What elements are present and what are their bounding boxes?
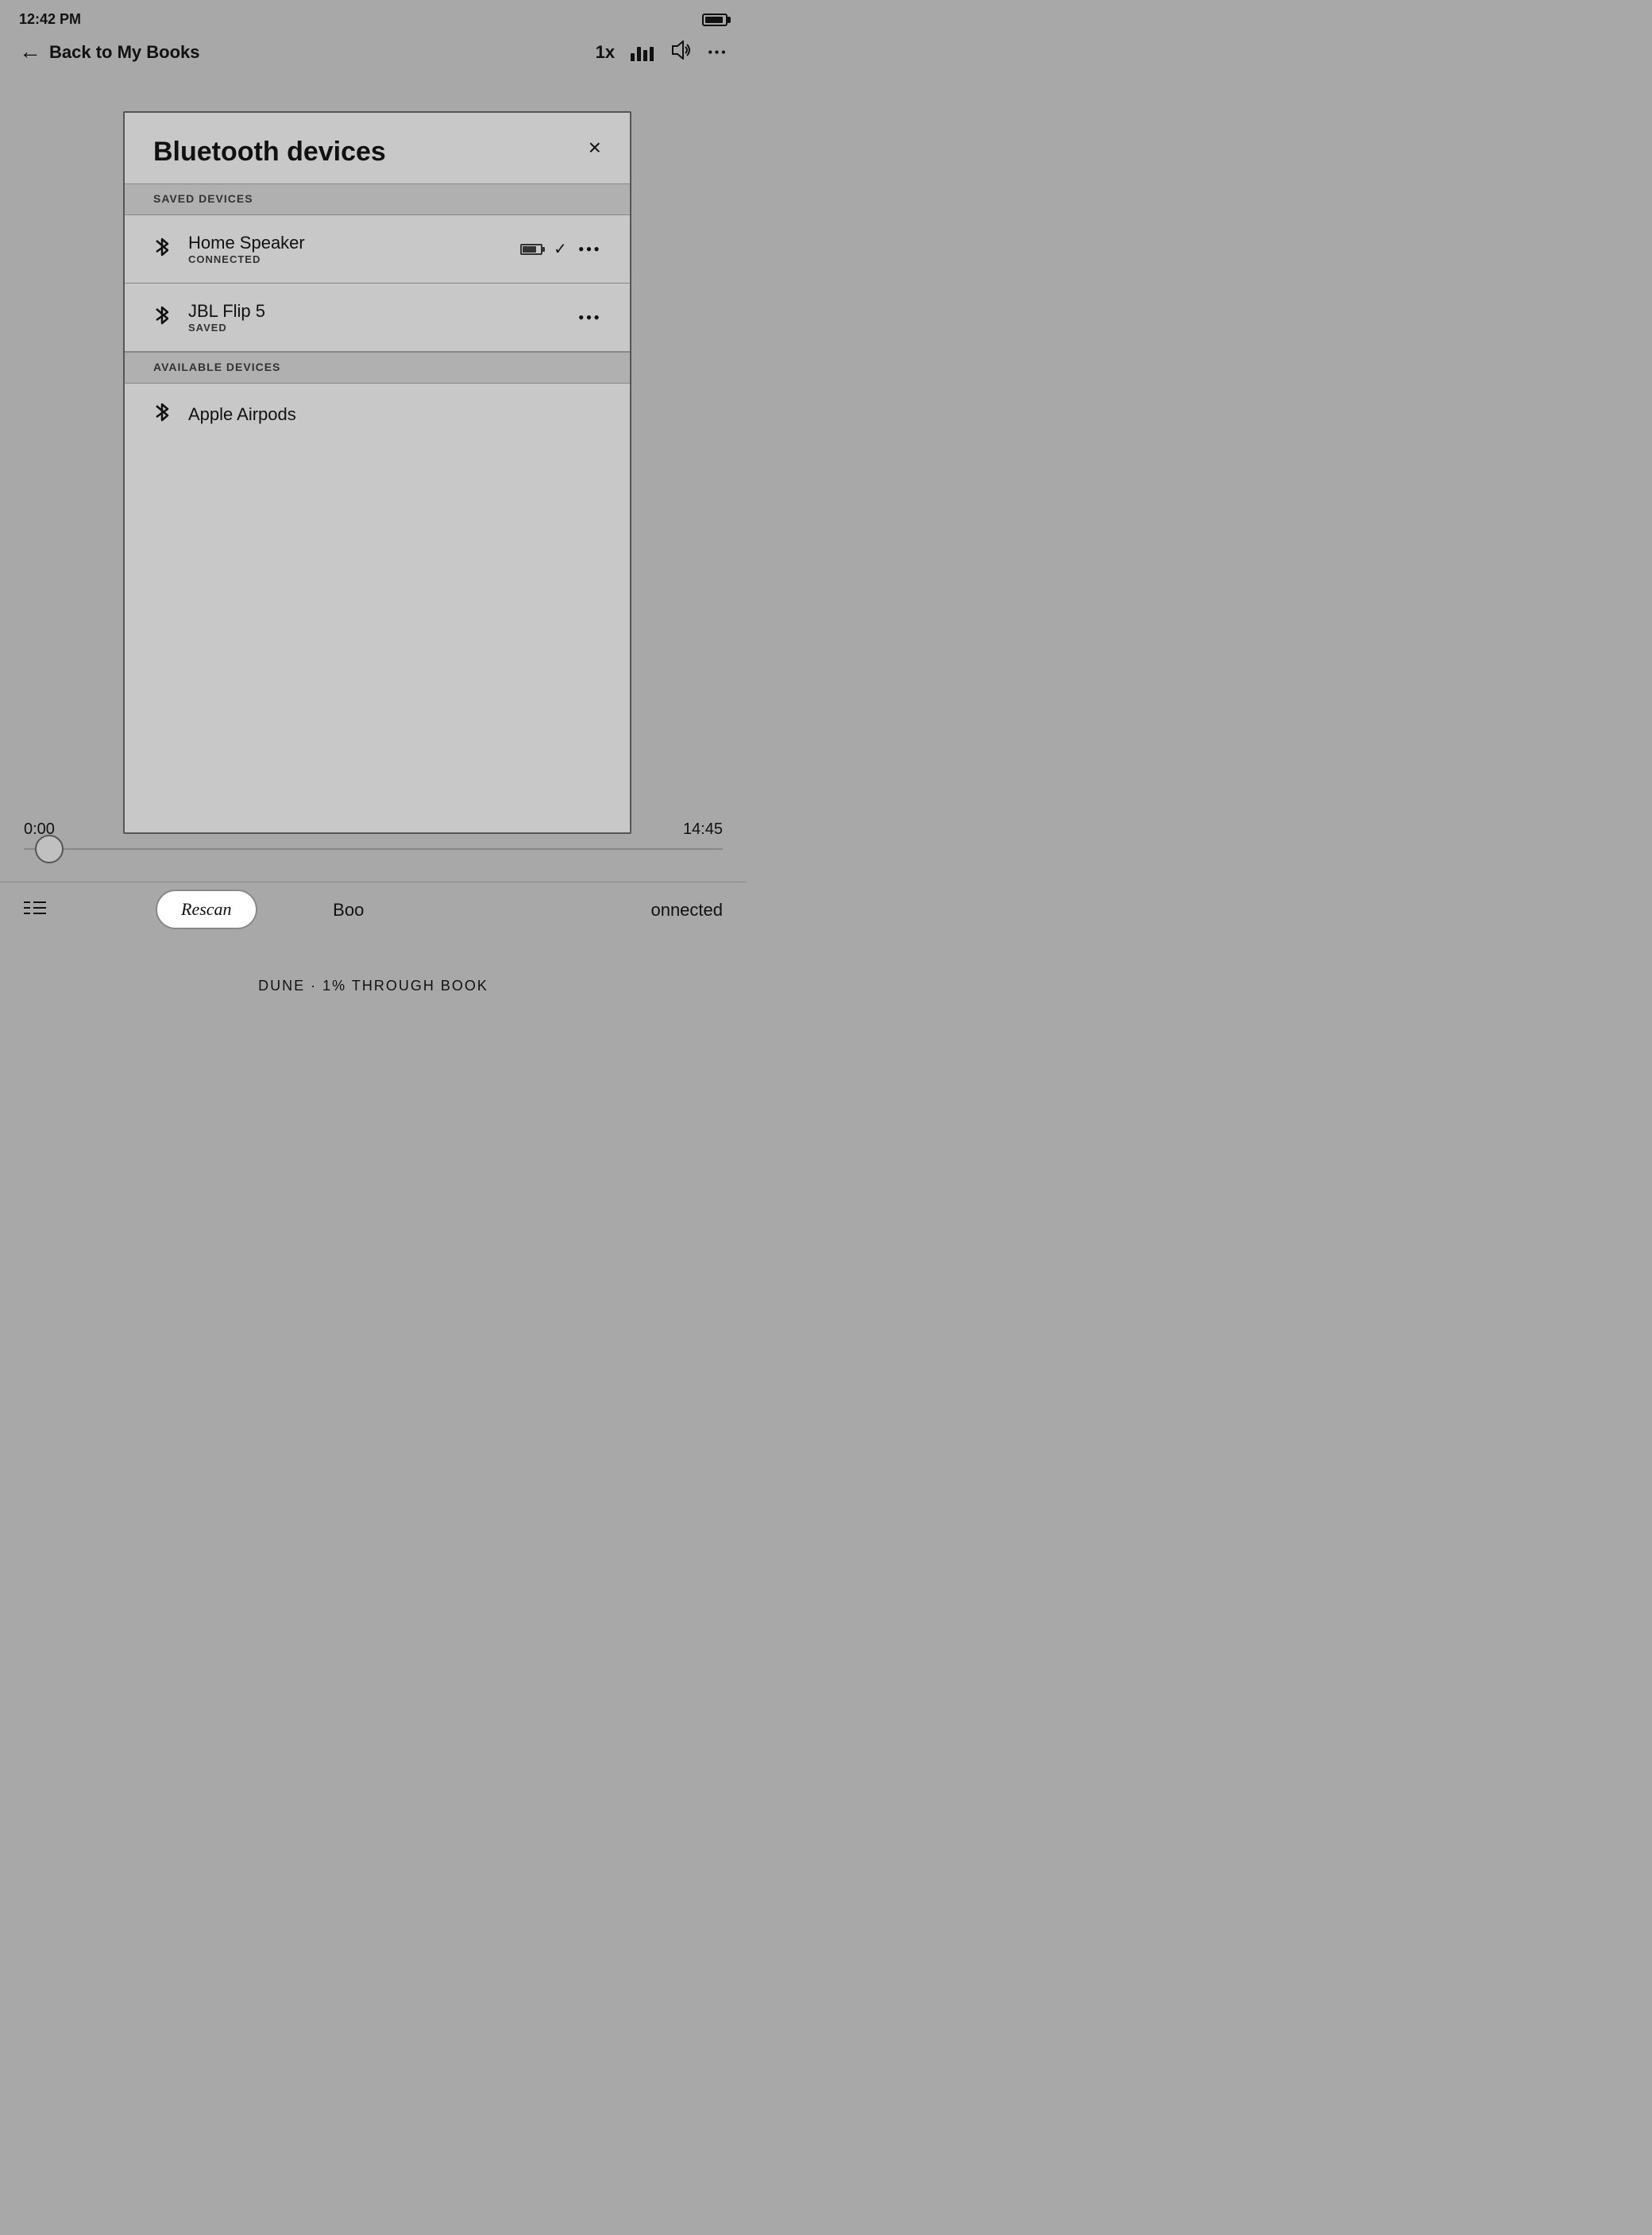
more-options-icon[interactable]: ••• bbox=[708, 44, 728, 61]
airpods-info: Apple Airpods bbox=[188, 404, 601, 425]
book-info-text: DUNE · 1% THROUGH BOOK bbox=[258, 978, 488, 994]
back-arrow-icon: ← bbox=[19, 41, 41, 64]
jbl-actions: ••• bbox=[578, 307, 601, 328]
progress-track[interactable] bbox=[24, 848, 723, 850]
bluetooth-icon-airpods bbox=[153, 401, 176, 428]
bottom-bar: Boo onnected bbox=[0, 882, 747, 937]
bar1 bbox=[631, 53, 635, 61]
bluetooth-icon-home-speaker bbox=[153, 236, 176, 263]
bar4 bbox=[650, 47, 654, 61]
jbl-more-button[interactable]: ••• bbox=[578, 307, 601, 328]
back-button[interactable]: ← Back to My Books bbox=[19, 41, 596, 64]
saved-devices-header: SAVED DEVICES bbox=[125, 183, 630, 215]
progress-area: 0:00 14:45 bbox=[0, 820, 747, 850]
status-time: 12:42 PM bbox=[19, 11, 81, 28]
bar2 bbox=[637, 47, 641, 61]
home-speaker-check-icon: ✓ bbox=[554, 239, 567, 259]
volume-icon[interactable] bbox=[670, 41, 692, 64]
available-devices-label: AVAILABLE DEVICES bbox=[153, 361, 280, 373]
total-time: 14:45 bbox=[683, 820, 723, 839]
jbl-info: JBL Flip 5 SAVED bbox=[188, 301, 565, 334]
home-speaker-status: CONNECTED bbox=[188, 253, 508, 265]
available-devices-header: AVAILABLE DEVICES bbox=[125, 352, 630, 384]
bar3 bbox=[643, 50, 647, 61]
progress-times: 0:00 14:45 bbox=[24, 820, 723, 839]
device-item-home-speaker[interactable]: Home Speaker CONNECTED ✓ ••• bbox=[125, 215, 630, 284]
bluetooth-icon-jbl bbox=[153, 304, 176, 331]
bluetooth-modal: Bluetooth devices × SAVED DEVICES Home S… bbox=[123, 111, 631, 834]
saved-devices-label: SAVED DEVICES bbox=[153, 192, 253, 205]
chapters-icon[interactable] bbox=[631, 44, 654, 61]
battery-icon bbox=[702, 14, 728, 26]
playback-speed[interactable]: 1x bbox=[596, 42, 615, 63]
nav-bar: ← Back to My Books 1x ••• bbox=[0, 34, 747, 77]
chapters-list-icon[interactable] bbox=[24, 899, 46, 921]
airpods-name: Apple Airpods bbox=[188, 404, 601, 425]
home-speaker-info: Home Speaker CONNECTED bbox=[188, 233, 508, 265]
back-label: Back to My Books bbox=[49, 42, 200, 63]
rescan-button[interactable]: Rescan bbox=[156, 890, 257, 929]
progress-thumb[interactable] bbox=[35, 835, 64, 863]
modal-header: Bluetooth devices × bbox=[125, 113, 630, 183]
modal-close-button[interactable]: × bbox=[589, 137, 601, 159]
device-item-airpods[interactable]: Apple Airpods bbox=[125, 384, 630, 446]
jbl-status: SAVED bbox=[188, 322, 565, 334]
device-item-jbl-flip5[interactable]: JBL Flip 5 SAVED ••• bbox=[125, 284, 630, 352]
home-speaker-actions: ✓ ••• bbox=[520, 239, 601, 260]
home-speaker-battery-icon bbox=[520, 244, 542, 255]
status-bar: 12:42 PM bbox=[0, 0, 747, 34]
jbl-name: JBL Flip 5 bbox=[188, 301, 565, 322]
book-info-bar: DUNE · 1% THROUGH BOOK bbox=[0, 978, 747, 994]
modal-title: Bluetooth devices bbox=[153, 137, 386, 168]
home-speaker-name: Home Speaker bbox=[188, 233, 508, 253]
book-short-label: Boo bbox=[333, 900, 364, 921]
connected-label: onnected bbox=[650, 900, 723, 921]
home-speaker-more-button[interactable]: ••• bbox=[578, 239, 601, 260]
nav-actions: 1x ••• bbox=[596, 41, 728, 64]
